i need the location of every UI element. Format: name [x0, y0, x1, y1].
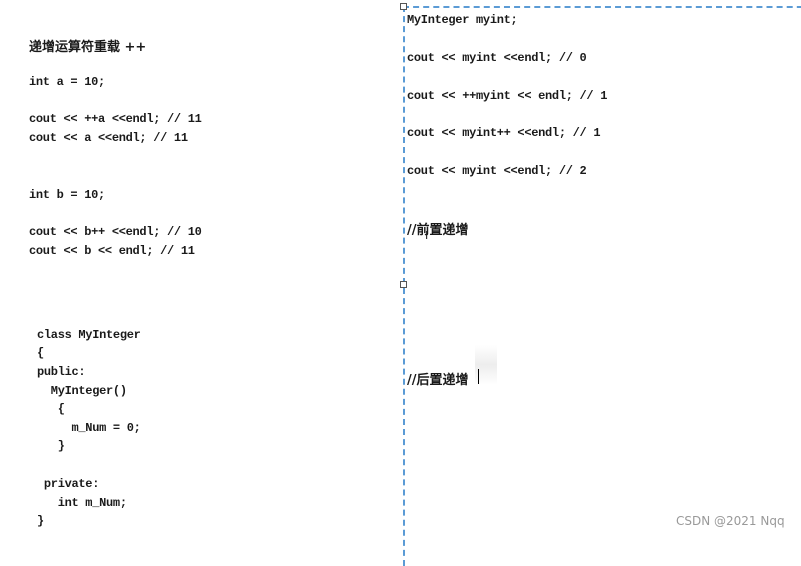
code-line: class MyInteger: [37, 328, 141, 342]
code-line: }: [37, 439, 65, 453]
comment-prefix-increment[interactable]: //前置递增: [407, 219, 469, 238]
code-line: }: [37, 514, 44, 528]
code-line: cout << ++a <<endl; // 11: [29, 112, 202, 126]
code-line[interactable]: MyInteger myint;: [407, 13, 518, 27]
resize-handle-middle-left[interactable]: [400, 281, 407, 288]
resize-handle-top-left[interactable]: [400, 3, 407, 10]
code-line: cout << b << endl; // 11: [29, 244, 195, 258]
watermark: CSDN @2021 Nqq: [676, 514, 785, 528]
code-line: MyInteger(): [37, 384, 127, 398]
text-cursor-icon: I: [425, 229, 429, 242]
code-line: {: [37, 402, 65, 416]
code-line: m_Num = 0;: [37, 421, 141, 435]
code-line: private:: [37, 477, 100, 491]
code-line[interactable]: cout << ++myint << endl; // 1: [407, 89, 607, 103]
code-line: cout << a <<endl; // 11: [29, 131, 188, 145]
code-line[interactable]: cout << myint++ <<endl; // 1: [407, 126, 601, 140]
caret: [478, 369, 479, 384]
code-line: public:: [37, 365, 86, 379]
comment-postfix-increment[interactable]: //后置递增: [407, 369, 469, 388]
code-line[interactable]: cout << myint <<endl; // 2: [407, 164, 587, 178]
code-line: int m_Num;: [37, 496, 127, 510]
section-title: 递增运算符重载 ++: [29, 40, 147, 55]
code-line: int a = 10;: [29, 75, 105, 89]
code-line: {: [37, 346, 44, 360]
code-line: cout << b++ <<endl; // 10: [29, 225, 202, 239]
code-line: int b = 10;: [29, 188, 105, 202]
code-line[interactable]: cout << myint <<endl; // 0: [407, 51, 587, 65]
